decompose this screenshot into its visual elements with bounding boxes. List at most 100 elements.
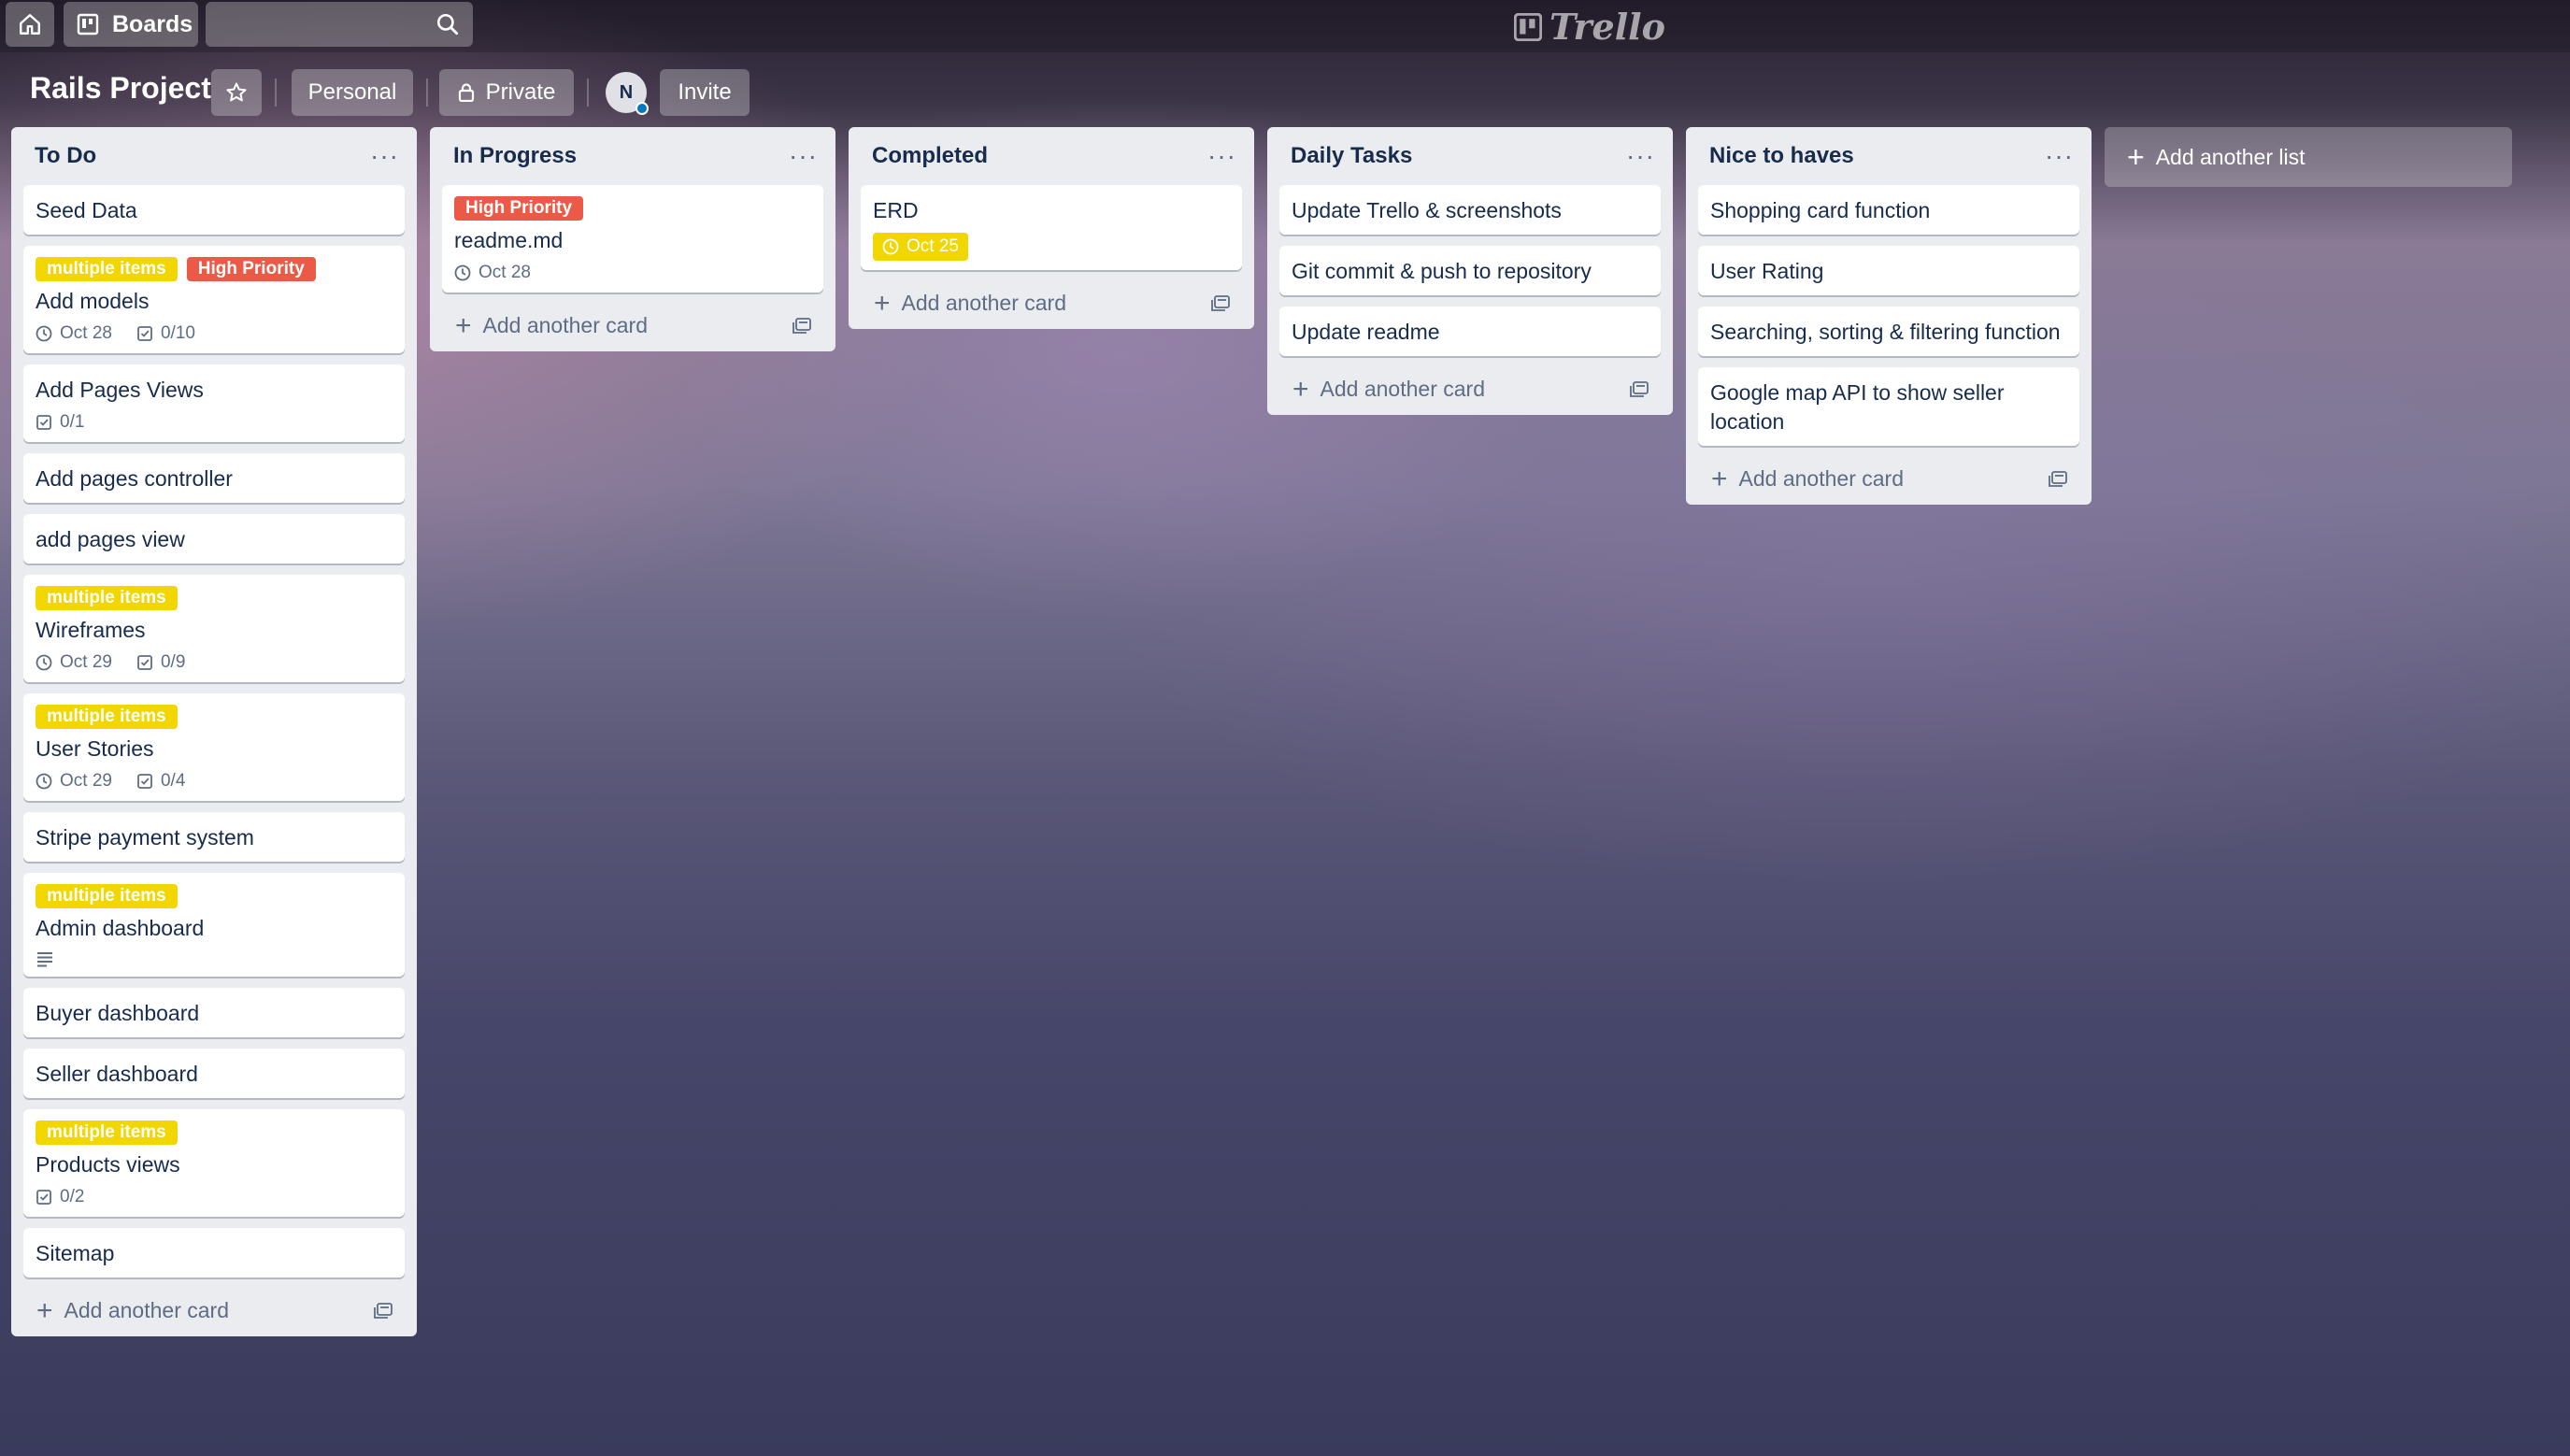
- trello-logo[interactable]: Trello: [1514, 6, 1665, 48]
- card-title: Add models: [36, 289, 150, 313]
- add-card-button[interactable]: + Add another card: [23, 1289, 405, 1327]
- label-yellow: multiple items: [36, 884, 178, 908]
- due-date-text: Oct 28: [60, 323, 112, 343]
- list-title[interactable]: Daily Tasks: [1291, 143, 1412, 169]
- board-title[interactable]: Rails Project: [30, 71, 211, 106]
- due-date-badge: Oct 28: [36, 323, 112, 344]
- list-completed: Completed ··· ERD Oct 25 + Add another ca…: [849, 127, 1254, 329]
- search-icon: [436, 13, 459, 36]
- top-nav: Boards Trello: [0, 0, 2570, 52]
- label-yellow: multiple items: [36, 1121, 178, 1145]
- card-badges: [36, 950, 393, 967]
- plus-icon: +: [1292, 373, 1309, 405]
- add-card-button[interactable]: + Add another card: [442, 304, 823, 342]
- checklist-text: 0/2: [60, 1187, 85, 1206]
- card[interactable]: multiple items User Stories Oct 29 0/4: [23, 693, 405, 801]
- star-board-button[interactable]: [211, 69, 262, 116]
- boards-button[interactable]: Boards: [64, 2, 198, 47]
- card-badges: 0/1: [36, 412, 393, 433]
- card[interactable]: Searching, sorting & filtering function: [1698, 307, 2079, 356]
- member-avatar[interactable]: N: [606, 72, 649, 115]
- card[interactable]: Add pages controller: [23, 453, 405, 503]
- clock-icon: [882, 238, 899, 255]
- add-card-label: Add another card: [1320, 377, 1485, 401]
- card-title: Admin dashboard: [36, 916, 205, 940]
- card[interactable]: Git commit & push to repository: [1279, 246, 1661, 295]
- private-label: Private: [485, 79, 556, 105]
- card[interactable]: User Rating: [1698, 246, 2079, 295]
- list-menu-icon[interactable]: ···: [1626, 143, 1655, 169]
- card[interactable]: Buyer dashboard: [23, 988, 405, 1037]
- card-title: Update readme: [1292, 320, 1440, 344]
- checklist-icon: [36, 1190, 51, 1205]
- list-menu-icon[interactable]: ···: [1207, 143, 1236, 169]
- card-title: Google map API to show seller location: [1710, 380, 2005, 434]
- list-in-progress: In Progress ··· High Priority readme.md …: [430, 127, 835, 351]
- avatar-initial: N: [619, 81, 634, 103]
- checklist-badge: 0/2: [36, 1187, 84, 1207]
- list-menu-icon[interactable]: ···: [370, 143, 399, 169]
- card[interactable]: ERD Oct 25: [861, 185, 1242, 270]
- card-title: User Stories: [36, 736, 154, 761]
- card[interactable]: Sitemap: [23, 1228, 405, 1278]
- card[interactable]: Update readme: [1279, 307, 1661, 356]
- card-labels: multiple items: [36, 705, 393, 729]
- lock-icon: [458, 83, 474, 102]
- checklist-icon: [36, 415, 51, 430]
- card-badges: 0/2: [36, 1187, 393, 1207]
- card[interactable]: multiple items Products views 0/2: [23, 1109, 405, 1217]
- card[interactable]: add pages view: [23, 514, 405, 564]
- admin-badge-icon: [635, 102, 649, 115]
- search-input[interactable]: [206, 2, 473, 47]
- list-header: Daily Tasks ···: [1279, 127, 1661, 185]
- card[interactable]: Add Pages Views 0/1: [23, 364, 405, 442]
- checklist-icon: [137, 774, 152, 789]
- card[interactable]: multiple items Wireframes Oct 29 0/9: [23, 575, 405, 682]
- list-title[interactable]: To Do: [35, 143, 96, 169]
- checklist-icon: [137, 326, 152, 341]
- list-menu-icon[interactable]: ···: [789, 143, 818, 169]
- label-red: High Priority: [454, 196, 584, 221]
- card-labels: multiple items High Priority: [36, 257, 393, 281]
- card-template-icon[interactable]: [1210, 294, 1231, 313]
- add-list-button[interactable]: + Add another list: [2105, 127, 2512, 187]
- home-button[interactable]: [6, 2, 54, 47]
- card[interactable]: Google map API to show seller location: [1698, 367, 2079, 446]
- list-to-do: To Do ··· Seed Data multiple items High …: [11, 127, 417, 1336]
- card-badges: Oct 28: [454, 263, 811, 283]
- clock-icon: [36, 325, 52, 342]
- checklist-text: 0/1: [60, 412, 85, 432]
- card-title: Add Pages Views: [36, 378, 204, 402]
- plus-icon: +: [36, 1294, 53, 1326]
- list-header: Completed ···: [861, 127, 1242, 185]
- card-title: Stripe payment system: [36, 825, 254, 849]
- add-card-button[interactable]: + Add another card: [861, 281, 1242, 320]
- list-menu-icon[interactable]: ···: [2045, 143, 2074, 169]
- card-template-icon[interactable]: [792, 317, 812, 335]
- card-labels: multiple items: [36, 586, 393, 610]
- private-button[interactable]: Private: [439, 69, 574, 116]
- list-title[interactable]: In Progress: [453, 143, 577, 169]
- card[interactable]: Seller dashboard: [23, 1049, 405, 1098]
- card[interactable]: Shopping card function: [1698, 185, 2079, 235]
- invite-button[interactable]: Invite: [660, 69, 750, 116]
- add-card-button[interactable]: + Add another card: [1698, 457, 2079, 495]
- card-template-icon[interactable]: [1629, 380, 1649, 399]
- card-title: Wireframes: [36, 618, 146, 642]
- due-date-badge: Oct 28: [454, 263, 531, 283]
- card[interactable]: Stripe payment system: [23, 812, 405, 862]
- card[interactable]: Update Trello & screenshots: [1279, 185, 1661, 235]
- due-date-badge: Oct 29: [36, 771, 112, 792]
- add-card-button[interactable]: + Add another card: [1279, 367, 1661, 406]
- card[interactable]: multiple items Admin dashboard: [23, 873, 405, 977]
- list-title[interactable]: Nice to haves: [1709, 143, 1854, 169]
- checklist-text: 0/10: [160, 323, 195, 343]
- card[interactable]: High Priority readme.md Oct 28: [442, 185, 823, 293]
- card-template-icon[interactable]: [2048, 470, 2068, 489]
- boards-label: Boards: [112, 10, 193, 37]
- card[interactable]: multiple items High Priority Add models …: [23, 246, 405, 353]
- list-title[interactable]: Completed: [872, 143, 988, 169]
- personal-button[interactable]: Personal: [292, 69, 413, 116]
- card-template-icon[interactable]: [373, 1302, 393, 1320]
- card[interactable]: Seed Data: [23, 185, 405, 235]
